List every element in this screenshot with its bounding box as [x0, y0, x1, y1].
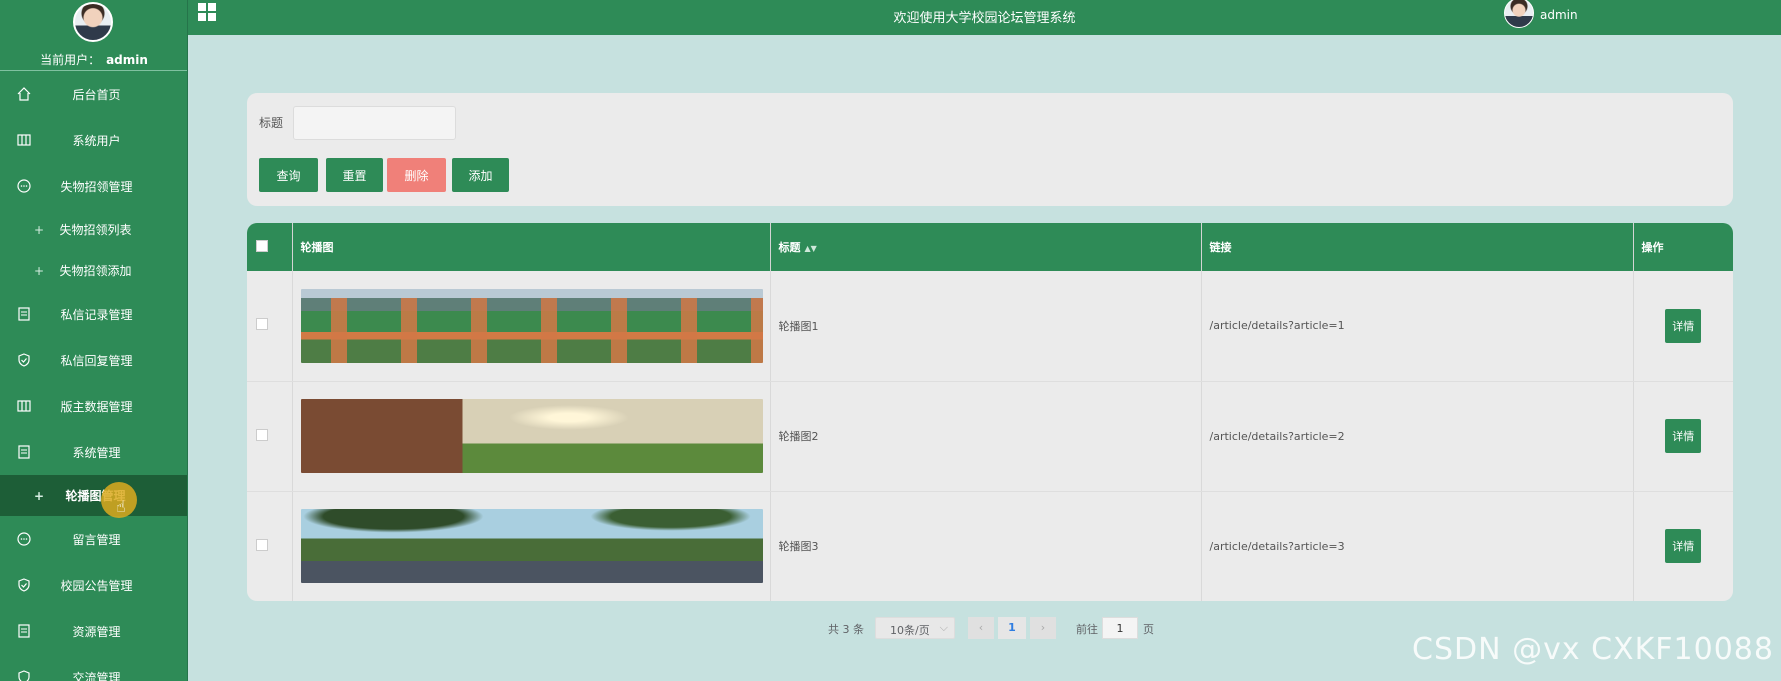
sidebar-item-moderators[interactable]: 版主数据管理 [0, 383, 187, 429]
row-select-cell [247, 381, 293, 492]
page-size-value: 10条/页 [890, 624, 930, 637]
column-header-link: 链接 [1201, 223, 1634, 271]
document-icon [18, 445, 30, 459]
chat-icon [17, 179, 31, 193]
delete-button[interactable]: 删除 [387, 158, 446, 192]
shield-check-icon [18, 353, 30, 367]
detail-button[interactable]: 详情 [1665, 308, 1702, 343]
page-size-select[interactable]: 10条/页 ⌵ [875, 617, 955, 639]
detail-button[interactable]: 详情 [1665, 529, 1702, 564]
query-button[interactable]: 查询 [259, 158, 318, 192]
column-header-title-label: 标题 [778, 241, 801, 254]
carousel-image [300, 288, 763, 363]
sidebar-item-label: 轮播图管理 [65, 489, 126, 503]
select-all-header [247, 223, 293, 271]
title-filter-label: 标题 [259, 116, 284, 130]
row-checkbox[interactable] [256, 428, 268, 441]
sort-icon[interactable]: ▲▼ [805, 244, 817, 253]
top-bar: 欢迎使用大学校园论坛管理系统 admin [188, 0, 1781, 35]
carousel-image [300, 509, 763, 584]
link-cell: /article/details?article=2 [1201, 381, 1634, 492]
image-cell [292, 491, 771, 601]
table-row: 轮播图1 /article/details?article=1 详情 [247, 271, 1733, 382]
sidebar-menu: 后台首页 系统用户 失物招领管理 + 失物招领列表 + 失物招领添加 私信记录管… [0, 71, 187, 681]
sidebar-item-home[interactable]: 后台首页 [0, 71, 187, 117]
action-cell: 详情 [1633, 271, 1733, 382]
sidebar-item-lost-found[interactable]: 失物招领管理 [0, 163, 187, 209]
current-user: 当前用户： admin [0, 51, 187, 68]
columns-icon [17, 400, 31, 412]
prev-page-button[interactable]: ‹ [968, 617, 994, 639]
sidebar-item-system-management[interactable]: 系统管理 [0, 429, 187, 475]
action-cell: 详情 [1633, 491, 1733, 601]
table-row: 轮播图2 /article/details?article=2 详情 [247, 381, 1733, 492]
sidebar-item-announcements[interactable]: 校园公告管理 [0, 562, 187, 608]
home-icon [17, 87, 31, 101]
search-panel: 标题 查询 重置 删除 添加 [247, 93, 1733, 206]
columns-icon [17, 134, 31, 146]
title-cell: 轮播图2 [770, 381, 1202, 492]
document-icon [18, 307, 30, 321]
current-user-name: admin [106, 53, 148, 67]
column-header-title[interactable]: 标题 ▲▼ [770, 223, 1202, 271]
column-header-image: 轮播图 [292, 223, 771, 271]
sidebar: 当前用户： admin 后台首页 系统用户 失物招领管理 + 失物招领列表 + 失… [0, 0, 188, 681]
chevron-down-icon: ⌵ [939, 621, 948, 634]
goto-label: 前往 [1076, 623, 1098, 636]
sidebar-item-lost-found-add[interactable]: + 失物招领添加 [0, 250, 187, 291]
row-checkbox[interactable] [256, 538, 268, 551]
plus-icon: + [34, 263, 45, 278]
table-header-row: 轮播图 标题 ▲▼ 链接 操作 [247, 223, 1733, 271]
link-cell: /article/details?article=3 [1201, 491, 1634, 601]
row-checkbox[interactable] [256, 318, 268, 331]
carousel-table: 轮播图 标题 ▲▼ 链接 操作 轮播图1 /article/details?art… [247, 223, 1733, 601]
row-select-cell [247, 491, 293, 601]
goto-page-input[interactable]: 1 [1102, 617, 1138, 639]
total-count: 共 3 条 [828, 623, 864, 636]
avatar[interactable] [73, 2, 113, 42]
action-cell: 详情 [1633, 381, 1733, 492]
select-all-checkbox[interactable] [256, 239, 268, 252]
data-table-panel: 轮播图 标题 ▲▼ 链接 操作 轮播图1 /article/details?art… [247, 223, 1733, 601]
page-suffix: 页 [1143, 623, 1154, 636]
watermark: CSDN @vx CXKF10088 [1412, 632, 1774, 667]
column-header-action: 操作 [1633, 223, 1733, 271]
title-cell: 轮播图3 [770, 491, 1202, 601]
sidebar-item-label: 失物招领列表 [59, 223, 132, 237]
carousel-image [300, 399, 763, 473]
title-search-input[interactable] [293, 106, 456, 140]
sidebar-header: 当前用户： admin [0, 0, 187, 71]
sidebar-item-label: 失物招领添加 [59, 264, 132, 278]
sidebar-item-carousel[interactable]: + 轮播图管理 ☝ [0, 475, 187, 518]
link-cell: /article/details?article=1 [1201, 271, 1634, 382]
image-cell [292, 271, 771, 382]
reset-button[interactable]: 重置 [326, 158, 383, 192]
title-cell: 轮播图1 [770, 271, 1202, 382]
table-row: 轮播图3 /article/details?article=3 详情 [247, 491, 1733, 601]
row-select-cell [247, 271, 293, 382]
hand-cursor-icon: ☝ [116, 497, 126, 516]
plus-icon: + [34, 488, 45, 503]
image-cell [292, 381, 771, 492]
detail-button[interactable]: 详情 [1665, 419, 1702, 453]
shield-check-icon [18, 670, 30, 681]
sidebar-item-message-replies[interactable]: 私信回复管理 [0, 337, 187, 383]
sidebar-item-comments[interactable]: 留言管理 [0, 516, 187, 562]
current-page-number[interactable]: 1 [998, 617, 1026, 639]
user-name[interactable]: admin [1540, 8, 1578, 22]
sidebar-item-exchange[interactable]: 交流管理 [0, 654, 187, 681]
plus-icon: + [34, 222, 45, 237]
chat-icon [17, 532, 31, 546]
next-page-button[interactable]: › [1030, 617, 1056, 639]
sidebar-item-lost-found-list[interactable]: + 失物招领列表 [0, 209, 187, 250]
add-button[interactable]: 添加 [452, 158, 509, 192]
sidebar-item-system-users[interactable]: 系统用户 [0, 117, 187, 163]
current-user-label: 当前用户： [40, 53, 101, 67]
shield-check-icon [18, 578, 30, 592]
sidebar-item-private-messages[interactable]: 私信记录管理 [0, 291, 187, 337]
